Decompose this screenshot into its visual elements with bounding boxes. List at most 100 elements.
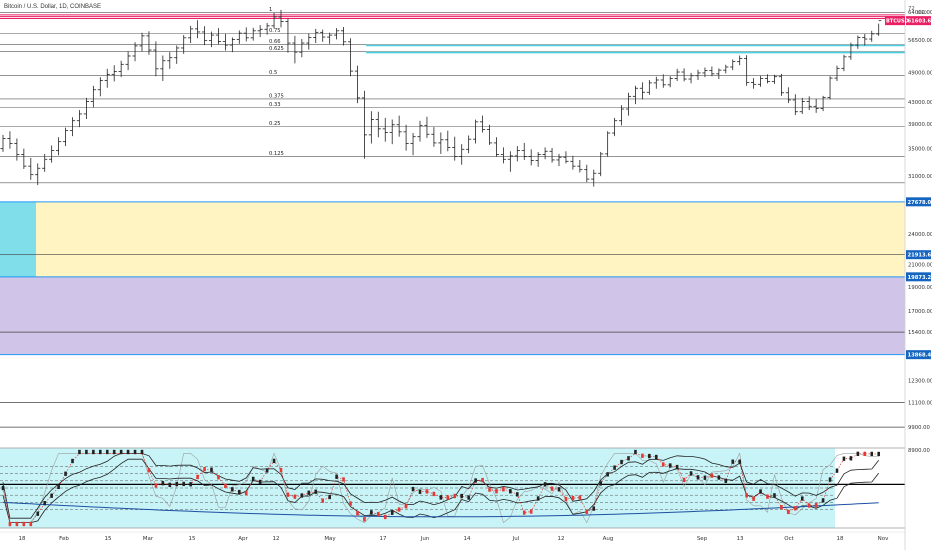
purple-zone: [0, 277, 905, 355]
osc-candle-68: [474, 478, 477, 482]
osc-candle-19: [134, 450, 137, 454]
osc-candle-122: [850, 456, 853, 460]
fib-label-8: 0.125: [269, 151, 284, 157]
osc-candle-95: [662, 462, 665, 466]
time-tick-0: 18: [19, 536, 26, 542]
osc-candle-67: [467, 495, 470, 499]
osc-candle-5: [36, 512, 39, 516]
osc-candle-72: [502, 487, 505, 491]
osc-candle-116: [808, 503, 811, 507]
osc-candle-100: [697, 475, 700, 479]
osc-candle-80: [558, 487, 561, 491]
osc-candle-91: [634, 450, 637, 454]
osc-candle-45: [314, 490, 317, 494]
osc-candle-93: [648, 454, 651, 458]
osc-candle-123: [857, 452, 860, 456]
osc-candle-48: [335, 475, 338, 479]
fib-label-1: 0.75: [269, 28, 281, 34]
osc-candle-52: [363, 517, 366, 521]
osc-candle-61: [426, 489, 429, 493]
osc-candle-39: [273, 459, 276, 463]
osc-candle-103: [718, 475, 721, 479]
fib-label-3: 0.625: [269, 46, 284, 52]
osc-candle-105: [731, 460, 734, 464]
osc-candle-114: [794, 506, 797, 510]
osc-candle-42: [294, 495, 297, 499]
osc-candle-41: [287, 493, 290, 497]
osc-candle-3: [23, 522, 26, 526]
osc-candle-38: [266, 468, 269, 472]
osc-candle-18: [127, 450, 130, 454]
osc-candle-111: [773, 493, 776, 497]
osc-candle-57: [398, 507, 401, 511]
fib-label-7: 0.25: [269, 121, 281, 127]
osc-candle-25: [175, 482, 178, 486]
time-tick-7: May: [324, 536, 336, 542]
osc-candle-20: [141, 450, 144, 454]
osc-candle-47: [328, 495, 331, 499]
osc-candle-98: [683, 478, 686, 482]
osc-candle-78: [544, 482, 547, 486]
price-tick-13: 17000.00: [908, 309, 932, 315]
osc-candle-49: [342, 477, 345, 481]
fib-label-4: 0.5: [269, 70, 277, 76]
price-chart[interactable]: 10.750.660.6250.50.3750.330.250.125 97.9…: [0, 0, 932, 550]
osc-candle-6: [43, 501, 46, 505]
oscillator-panel: 97.984.780.237.622.918.8: [0, 447, 920, 529]
osc-candle-40: [280, 468, 283, 472]
osc-candle-107: [745, 493, 748, 497]
osc-candle-43: [301, 493, 304, 497]
osc-candle-53: [370, 510, 373, 514]
price-tick-3: 43000.00: [908, 100, 932, 106]
time-tick-10: 14: [464, 536, 471, 542]
price-tick-14: 15400.00: [908, 330, 932, 336]
osc-candle-66: [460, 494, 463, 498]
price-zones-layer: [0, 202, 905, 355]
osc-candle-121: [843, 457, 846, 461]
osc-candle-104: [725, 479, 728, 483]
osc-candle-90: [627, 456, 630, 460]
osc-candle-51: [356, 511, 359, 515]
osc-candle-81: [565, 497, 568, 501]
osc-candle-69: [481, 478, 484, 482]
osc-candle-34: [238, 490, 241, 494]
price-tick-16: 12300.00: [908, 378, 932, 384]
time-tick-2: 15: [105, 536, 112, 542]
osc-candle-86: [599, 481, 602, 485]
osc-candle-63: [440, 495, 443, 499]
time-tick-12: 12: [558, 536, 565, 542]
osc-candle-85: [592, 506, 595, 510]
time-tick-11: Jul: [512, 536, 520, 542]
price-tick-18: 9900.00: [908, 425, 931, 431]
osc-candle-16: [113, 450, 116, 454]
price-tick-1: 56500.00: [908, 38, 932, 44]
price-tick-10: 21000.00: [908, 262, 932, 268]
osc-candle-24: [169, 483, 172, 487]
osc-candle-32: [224, 484, 227, 488]
osc-candle-33: [231, 487, 234, 491]
time-tick-9: Jun: [420, 536, 430, 542]
osc-candle-30: [210, 468, 213, 472]
osc-candle-99: [690, 471, 693, 475]
osc-candle-88: [613, 465, 616, 469]
osc-candle-8: [57, 485, 60, 489]
osc-candle-96: [669, 463, 672, 467]
osc-candle-92: [641, 454, 644, 458]
osc-candle-2: [16, 522, 19, 526]
chart-container[interactable]: 10.750.660.6250.50.3750.330.250.125 97.9…: [0, 0, 932, 550]
osc-candle-36: [252, 477, 255, 481]
osc-candle-12: [85, 450, 88, 454]
time-tick-8: 17: [380, 536, 387, 542]
time-tick-16: Oct: [784, 536, 794, 542]
osc-candle-101: [704, 476, 707, 480]
osc-candle-23: [162, 481, 165, 485]
osc-candle-64: [447, 495, 450, 499]
osc-candle-59: [412, 487, 415, 491]
osc-candle-27: [189, 482, 192, 486]
osc-candle-26: [182, 482, 185, 486]
time-tick-15: 13: [737, 536, 744, 542]
time-tick-17: 18: [837, 536, 844, 542]
level-badge-text-2: 19873.23: [908, 275, 932, 281]
osc-candle-31: [217, 475, 220, 479]
osc-candle-1: [9, 522, 12, 526]
